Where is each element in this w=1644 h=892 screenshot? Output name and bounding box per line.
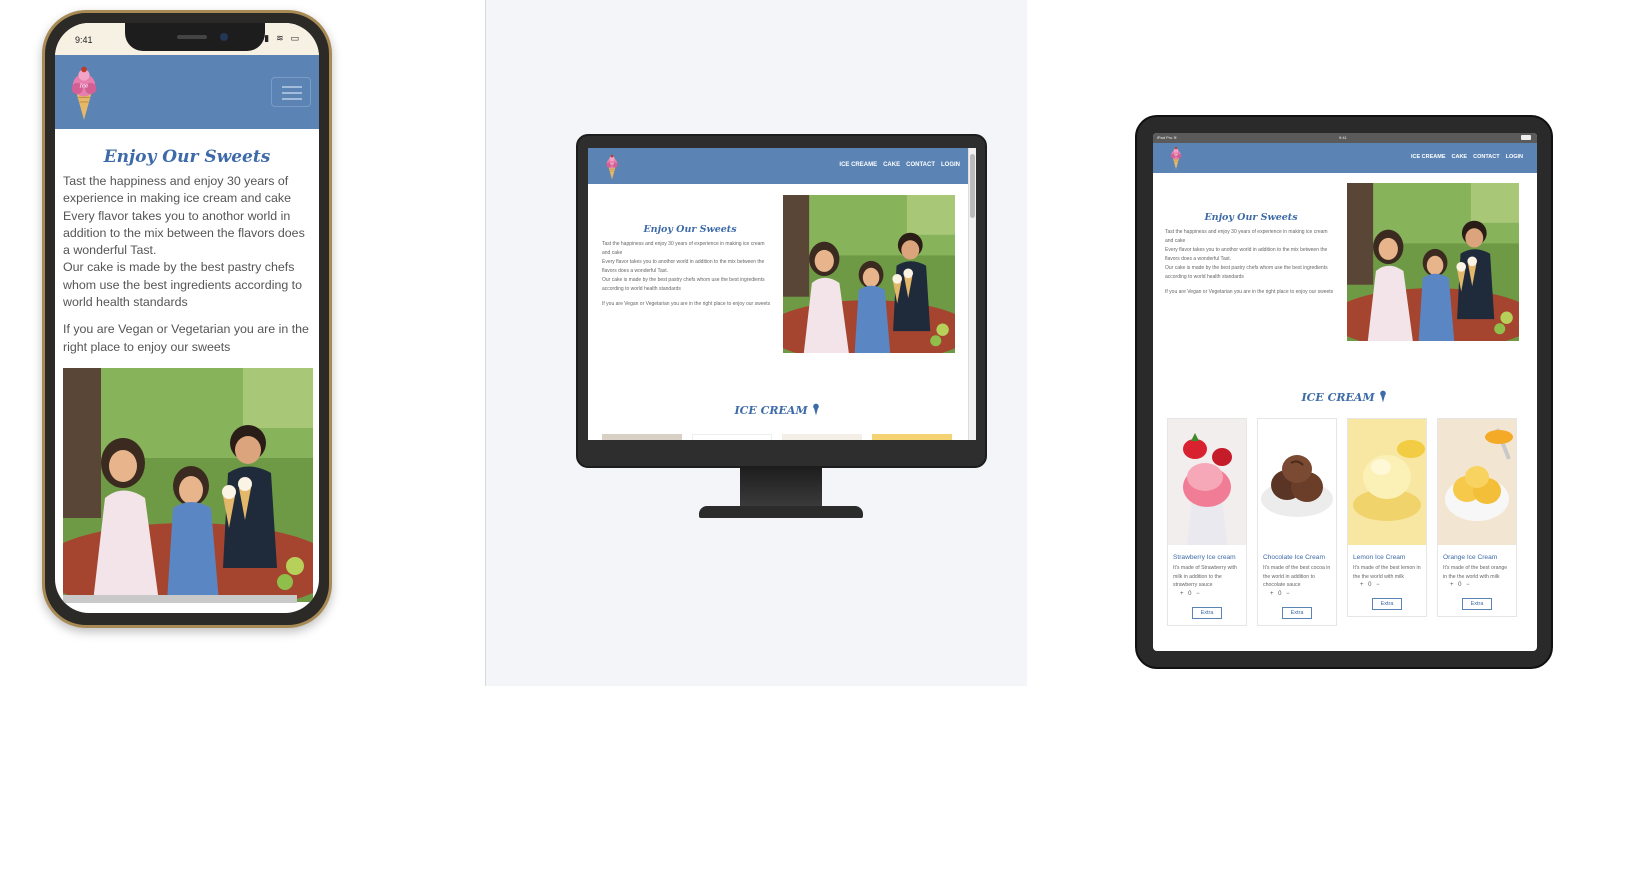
- phone-navbar: [55, 55, 319, 129]
- kids-eating-ice-cream-photo: [63, 368, 313, 602]
- product-card-chocolate: Chocolate Ice Cream It's made of the bes…: [1257, 418, 1337, 626]
- product-description: It's made of Strawberry with milk in add…: [1173, 565, 1237, 588]
- monitor-stand-neck: [740, 468, 822, 506]
- desktop-scrollbar[interactable]: [968, 148, 976, 440]
- phone-mockup: 9:41 ▮▮▮ ≋ ▭ Enjoy Our Sweets Tast the h…: [42, 10, 332, 628]
- phone-status-time: 9:41: [75, 35, 93, 45]
- flavor-paragraph: Every flavor takes you to anothor world …: [1165, 247, 1328, 262]
- tablet-status-bar: iPad Pro ≋ 9:41: [1153, 133, 1537, 143]
- section-title: ICE CREAM: [734, 404, 808, 417]
- desktop-screen: ICE CREAME CAKE CONTACT LOGIN Enjoy Our …: [588, 148, 976, 440]
- vegan-paragraph: If you are Vegan or Vegetarian you are i…: [602, 301, 771, 307]
- product-name: Strawberry Ice cream: [1173, 554, 1236, 561]
- desktop-navbar: ICE CREAME CAKE CONTACT LOGIN: [588, 148, 976, 184]
- product-description: It's made of the best cocoa in the world…: [1263, 565, 1331, 588]
- orange-ice-cream-photo: [1438, 419, 1516, 545]
- product-card-peek: [602, 434, 682, 440]
- product-name: Orange Ice Cream: [1443, 554, 1498, 561]
- product-card-orange: Orange Ice Cream It's made of the best o…: [1437, 418, 1517, 617]
- nav-link-cake[interactable]: CAKE: [883, 162, 900, 168]
- extra-button[interactable]: Extra: [1192, 606, 1222, 619]
- product-description: It's made of the best orange in the the …: [1443, 565, 1508, 580]
- product-name: Chocolate Ice Cream: [1263, 554, 1325, 561]
- product-description: It's made of the best lemon in the the w…: [1353, 565, 1421, 580]
- quantity-stepper[interactable]: + 0 −: [1168, 590, 1246, 597]
- intro-paragraph: Tast the happiness and enjoy 30 years of…: [602, 241, 765, 256]
- phone-screen: 9:41 ▮▮▮ ≋ ▭ Enjoy Our Sweets Tast the h…: [55, 23, 319, 613]
- extra-button[interactable]: Extra: [1462, 598, 1492, 610]
- kids-eating-ice-cream-photo: [783, 195, 955, 353]
- ice-cream-logo-icon[interactable]: [1169, 146, 1183, 170]
- quantity-stepper[interactable]: + 0 −: [1348, 581, 1426, 588]
- product-card-strawberry: Strawberry Ice cream It's made of Strawb…: [1167, 418, 1247, 626]
- nav-link-ice-cream[interactable]: ICE CREAME: [1411, 154, 1446, 160]
- vegan-paragraph: If you are Vegan or Vegetarian you are i…: [1165, 289, 1334, 295]
- phone-content: Enjoy Our Sweets Tast the happiness and …: [55, 129, 319, 613]
- intro-text-block: Tast the happiness and enjoy 30 years of…: [602, 240, 774, 309]
- extra-button[interactable]: Extra: [1282, 606, 1312, 619]
- phone-notch: [125, 23, 265, 51]
- nav-link-contact[interactable]: CONTACT: [1473, 154, 1499, 160]
- flavor-paragraph: Every flavor takes you to anothor world …: [602, 259, 765, 274]
- nav-link-cake[interactable]: CAKE: [1452, 154, 1468, 160]
- hamburger-menu-icon[interactable]: [271, 77, 311, 107]
- ice-cream-logo-icon[interactable]: [604, 154, 620, 180]
- product-card-peek: [782, 434, 862, 440]
- intro-paragraph: Tast the happiness and enjoy 30 years of…: [1165, 229, 1328, 244]
- ice-cream-section-heading: ICE CREAM: [1153, 389, 1537, 404]
- tablet-status-device: iPad Pro ≋: [1157, 135, 1177, 140]
- nav-link-login[interactable]: LOGIN: [1506, 154, 1523, 160]
- cake-paragraph: Our cake is made by the best pastry chef…: [63, 260, 303, 310]
- kids-eating-ice-cream-photo: [1347, 183, 1519, 341]
- page-title: Enjoy Our Sweets: [1204, 212, 1298, 223]
- monitor-stand-base: [699, 506, 863, 518]
- lemon-ice-cream-photo: [1348, 419, 1426, 545]
- ice-cream-section-heading: ICE CREAM: [588, 402, 968, 417]
- extra-button[interactable]: Extra: [1372, 598, 1402, 610]
- page-title: Enjoy Our Sweets: [643, 224, 737, 235]
- cake-paragraph: Our cake is made by the best pastry chef…: [602, 277, 765, 292]
- product-card-peek: [872, 434, 952, 440]
- intro-paragraph: Tast the happiness and enjoy 30 years of…: [63, 174, 305, 258]
- desktop-monitor-mockup: ICE CREAME CAKE CONTACT LOGIN Enjoy Our …: [576, 134, 987, 468]
- product-card-peek: [692, 434, 772, 440]
- tablet-screen: iPad Pro ≋ 9:41 ICE CREAME CAKE CONTACT …: [1153, 133, 1537, 651]
- nav-link-contact[interactable]: CONTACT: [906, 162, 935, 168]
- tablet-mockup: iPad Pro ≋ 9:41 ICE CREAME CAKE CONTACT …: [1135, 115, 1553, 669]
- ice-cream-icon: [1380, 390, 1387, 403]
- nav-link-login[interactable]: LOGIN: [941, 162, 960, 168]
- strawberry-ice-cream-photo: [1168, 419, 1246, 545]
- ice-cream-logo-icon[interactable]: [67, 65, 101, 121]
- quantity-stepper[interactable]: + 0 −: [1438, 581, 1516, 588]
- tablet-navbar: ICE CREAME CAKE CONTACT LOGIN: [1153, 143, 1537, 173]
- page-title: Enjoy Our Sweets: [103, 147, 271, 167]
- quantity-stepper[interactable]: + 0 −: [1258, 590, 1336, 597]
- section-title: ICE CREAM: [1301, 391, 1375, 404]
- showcase-stage: 9:41 ▮▮▮ ≋ ▭ Enjoy Our Sweets Tast the h…: [0, 0, 1644, 892]
- battery-icon: [1521, 135, 1531, 140]
- product-name: Lemon Ice Cream: [1353, 554, 1406, 561]
- intro-text-block: Tast the happiness and enjoy 30 years of…: [1165, 228, 1337, 297]
- tablet-status-time: 9:41: [1339, 135, 1347, 140]
- ice-cream-icon: [813, 403, 820, 416]
- phone-scroll-indicator: [63, 595, 297, 603]
- cake-paragraph: Our cake is made by the best pastry chef…: [1165, 265, 1328, 280]
- chocolate-ice-cream-photo: [1258, 419, 1336, 545]
- nav-link-ice-cream[interactable]: ICE CREAME: [839, 162, 877, 168]
- product-card-lemon: Lemon Ice Cream It's made of the best le…: [1347, 418, 1427, 617]
- vegan-paragraph: If you are Vegan or Vegetarian you are i…: [63, 322, 309, 354]
